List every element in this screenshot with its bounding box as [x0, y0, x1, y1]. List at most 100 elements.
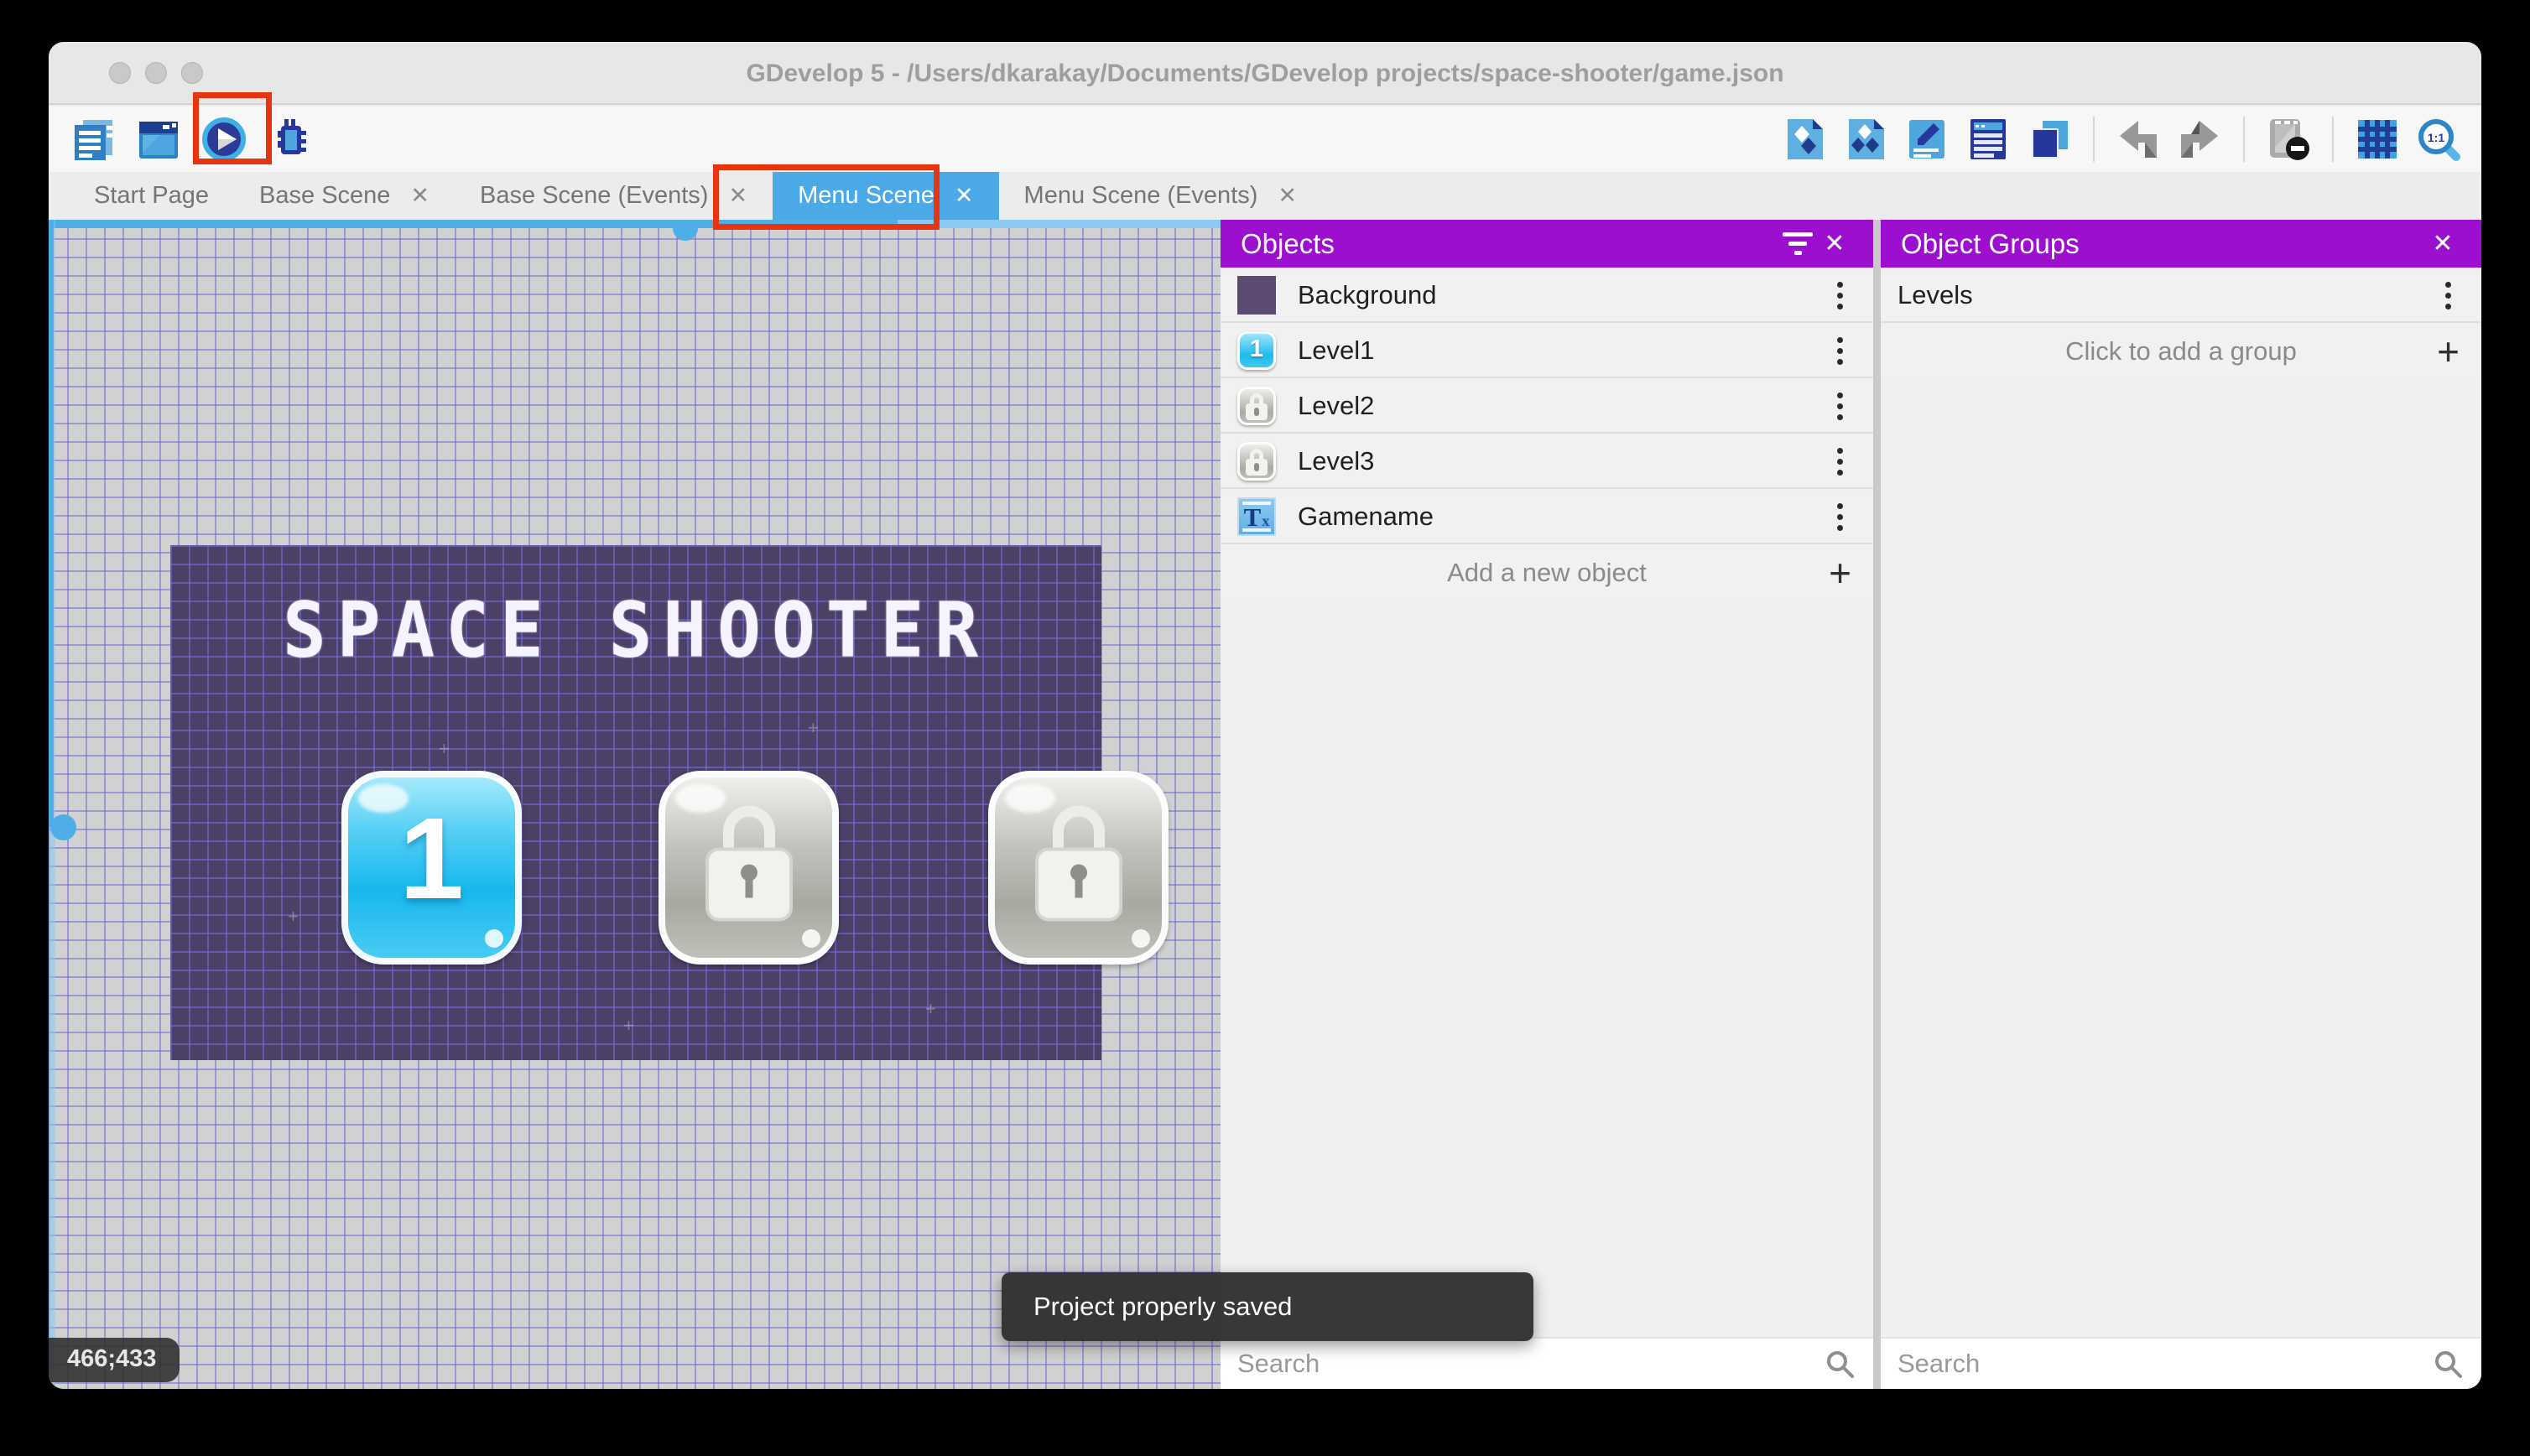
toolbar-separator: [2243, 117, 2245, 162]
cursor-coordinates-badge: 466;433: [49, 1338, 180, 1382]
object-name: Level3: [1298, 446, 1375, 476]
tab-menu-scene[interactable]: Menu Scene ✕: [773, 172, 999, 220]
undo-button[interactable]: [2114, 115, 2163, 164]
layers-button[interactable]: [2025, 115, 2074, 164]
project-manager-button[interactable]: [69, 115, 117, 164]
tab-label: Start Page: [94, 182, 210, 209]
tab-base-scene-events[interactable]: Base Scene (Events) ✕: [455, 172, 773, 220]
object-menu-kebab-icon[interactable]: [1823, 498, 1856, 535]
add-object-button[interactable]: [1780, 115, 1829, 164]
grid-icon: [2358, 120, 2397, 159]
instances-list-button[interactable]: [1964, 115, 2012, 164]
add-group-label: Click to add a group: [2065, 336, 2297, 366]
tab-base-scene[interactable]: Base Scene ✕: [234, 172, 455, 220]
object-name: Level2: [1298, 391, 1375, 420]
object-groups-panel: Object Groups ✕ Levels Click to add a gr…: [1881, 220, 2481, 1389]
objects-search-input[interactable]: [1237, 1349, 1823, 1379]
search-icon[interactable]: [1823, 1347, 1856, 1381]
tab-label: Menu Scene (Events): [1023, 182, 1258, 209]
close-tab-icon[interactable]: ✕: [1278, 183, 1297, 209]
object-menu-kebab-icon[interactable]: [1823, 443, 1856, 480]
group-name: Levels: [1898, 280, 1973, 309]
object-name: Background: [1298, 280, 1437, 309]
object-groups-button[interactable]: [1841, 115, 1890, 164]
save-toast: Project properly saved: [1002, 1272, 1533, 1341]
close-panel-icon[interactable]: ✕: [2424, 226, 2461, 263]
text-object-thumbnail: Tx: [1237, 497, 1276, 536]
main-toolbar: 1:1: [49, 107, 2481, 172]
lock-icon: [1033, 804, 1125, 921]
object-menu-kebab-icon[interactable]: [1823, 332, 1856, 369]
redo-icon: [2181, 121, 2218, 158]
background-thumbnail: [1237, 276, 1276, 315]
game-window-top-border: [898, 220, 1221, 228]
gamename-text-instance[interactable]: SPACE SHOOTER: [170, 586, 1101, 675]
star-decoration: +: [808, 717, 819, 738]
groups-panel-title: Object Groups: [1901, 227, 2080, 259]
zoom-one-to-one-button[interactable]: 1:1: [2414, 115, 2463, 164]
level3-instance[interactable]: [988, 771, 1169, 965]
objects-search-bar: [1221, 1337, 1873, 1389]
plus-icon[interactable]: +: [2437, 332, 2460, 371]
star-decoration: +: [439, 738, 450, 759]
editor-tabbar: Start Page Base Scene ✕ Base Scene (Even…: [49, 172, 2481, 220]
zoom-one-to-one-icon: 1:1: [2418, 119, 2460, 161]
close-tab-icon[interactable]: ✕: [955, 183, 974, 209]
redo-button[interactable]: [2175, 115, 2224, 164]
level1-instance[interactable]: 1: [341, 771, 522, 965]
open-scene-button[interactable]: [134, 115, 183, 164]
close-tab-icon[interactable]: ✕: [728, 183, 747, 209]
groups-panel-header: Object Groups ✕: [1881, 220, 2481, 268]
scene-window-icon: [139, 122, 178, 159]
background-instance[interactable]: SPACE SHOOTER + + + + + + 1: [170, 545, 1169, 1060]
object-menu-kebab-icon[interactable]: [1823, 277, 1856, 314]
add-object-icon: [1788, 119, 1823, 159]
tab-label: Menu Scene: [798, 182, 934, 209]
groups-search-input[interactable]: [1898, 1349, 2431, 1379]
window-titlebar: GDevelop 5 - /Users/dkarakay/Documents/G…: [49, 42, 2481, 105]
plus-icon[interactable]: +: [1829, 554, 1851, 592]
toolbar-separator: [2332, 117, 2334, 162]
instances-list-icon: [1970, 119, 2006, 159]
groups-search-bar: [1881, 1337, 2481, 1389]
object-row-level3[interactable]: Level3: [1221, 435, 1873, 489]
project-manager-icon: [75, 120, 112, 160]
play-button[interactable]: [200, 115, 248, 164]
close-panel-icon[interactable]: ✕: [1816, 226, 1853, 263]
window-border-top-handle[interactable]: [673, 226, 698, 241]
level2-instance[interactable]: [659, 771, 839, 965]
object-row-level1[interactable]: 1 Level1: [1221, 325, 1873, 378]
star-decoration: +: [288, 906, 299, 927]
object-groups-icon: [1849, 119, 1884, 159]
object-row-background[interactable]: Background: [1221, 269, 1873, 323]
properties-button[interactable]: [1903, 115, 1951, 164]
search-icon[interactable]: [2431, 1347, 2465, 1381]
object-menu-kebab-icon[interactable]: [1823, 387, 1856, 424]
add-object-row[interactable]: Add a new object +: [1221, 546, 1873, 600]
object-row-gamename[interactable]: Tx Gamename: [1221, 491, 1873, 544]
filter-icon[interactable]: [1779, 226, 1816, 263]
objects-panel-header: Objects ✕: [1221, 220, 1873, 268]
tab-start-page[interactable]: Start Page: [69, 172, 234, 220]
window-border-left-handle[interactable]: [50, 814, 76, 840]
tab-menu-scene-events[interactable]: Menu Scene (Events) ✕: [999, 172, 1322, 220]
properties-icon: [1909, 120, 1944, 159]
play-icon: [202, 117, 246, 161]
object-row-level2[interactable]: Level2: [1221, 380, 1873, 434]
object-name: Gamename: [1298, 502, 1434, 531]
toggle-grid-button[interactable]: [2353, 115, 2402, 164]
undo-icon: [2120, 121, 2157, 158]
group-row-levels[interactable]: Levels: [1881, 269, 2481, 323]
toggle-instances-mask-button[interactable]: [2264, 115, 2313, 164]
toolbar-separator: [2093, 117, 2095, 162]
debug-button[interactable]: [265, 115, 314, 164]
panel-divider[interactable]: [1873, 220, 1881, 1389]
star-decoration: +: [925, 998, 936, 1019]
level1-thumbnail: 1: [1237, 331, 1276, 370]
level2-thumbnail: [1237, 387, 1276, 425]
add-group-row[interactable]: Click to add a group +: [1881, 325, 2481, 378]
close-tab-icon[interactable]: ✕: [410, 183, 429, 209]
layers-icon: [2032, 121, 2068, 159]
scene-editor-canvas[interactable]: SPACE SHOOTER + + + + + + 1: [49, 220, 1221, 1389]
group-menu-kebab-icon[interactable]: [2431, 277, 2465, 314]
